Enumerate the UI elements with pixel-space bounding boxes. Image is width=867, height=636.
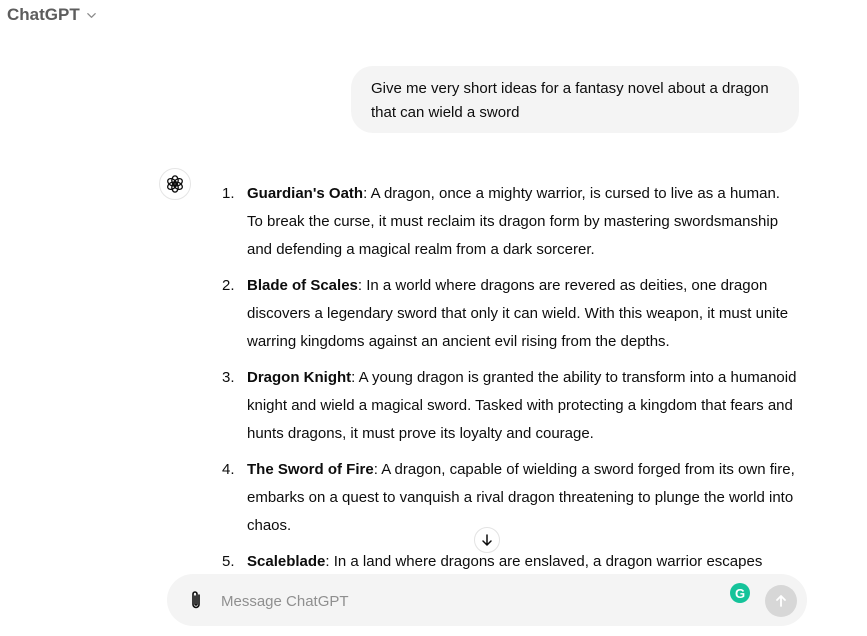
chevron-down-icon (86, 12, 96, 18)
arrow-down-icon (482, 534, 492, 546)
list-item: 2. Blade of Scales: In a world where dra… (222, 272, 797, 356)
ideas-list: 1. Guardian's Oath: A dragon, once a mig… (222, 180, 797, 576)
list-number: 3. (222, 369, 235, 386)
list-number: 2. (222, 277, 235, 294)
idea-title: Blade of Scales (247, 277, 358, 294)
list-number: 1. (222, 185, 235, 202)
grammarly-icon[interactable]: G (730, 583, 750, 603)
list-item: 1. Guardian's Oath: A dragon, once a mig… (222, 180, 797, 264)
message-input[interactable] (219, 588, 713, 614)
send-button[interactable] (765, 585, 797, 617)
model-title: ChatGPT (7, 5, 80, 24)
list-number: 5. (222, 553, 235, 570)
list-item: 4. The Sword of Fire: A dragon, capable … (222, 456, 797, 540)
idea-title: Guardian's Oath (247, 185, 364, 202)
grammarly-letter: G (734, 585, 746, 601)
list-item: 3. Dragon Knight: A young dragon is gran… (222, 364, 797, 448)
scroll-to-bottom-button[interactable] (474, 527, 500, 553)
paperclip-icon (192, 591, 200, 609)
arrow-up-icon (776, 595, 786, 607)
user-message-text: Give me very short ideas for a fantasy n… (371, 80, 769, 121)
list-item: 5. Scaleblade: In a land where dragons a… (222, 548, 797, 576)
idea-text: : In a land where dragons are enslaved, … (325, 553, 763, 570)
idea-title: Scaleblade (247, 553, 326, 570)
idea-title: Dragon Knight (247, 369, 352, 386)
user-message: Give me very short ideas for a fantasy n… (351, 66, 799, 133)
message-composer: G (167, 574, 807, 626)
attach-button[interactable] (184, 588, 208, 612)
idea-title: The Sword of Fire (247, 461, 374, 478)
list-number: 4. (222, 461, 235, 478)
model-selector[interactable]: ChatGPT (7, 3, 97, 27)
assistant-message: 1. Guardian's Oath: A dragon, once a mig… (0, 180, 867, 576)
